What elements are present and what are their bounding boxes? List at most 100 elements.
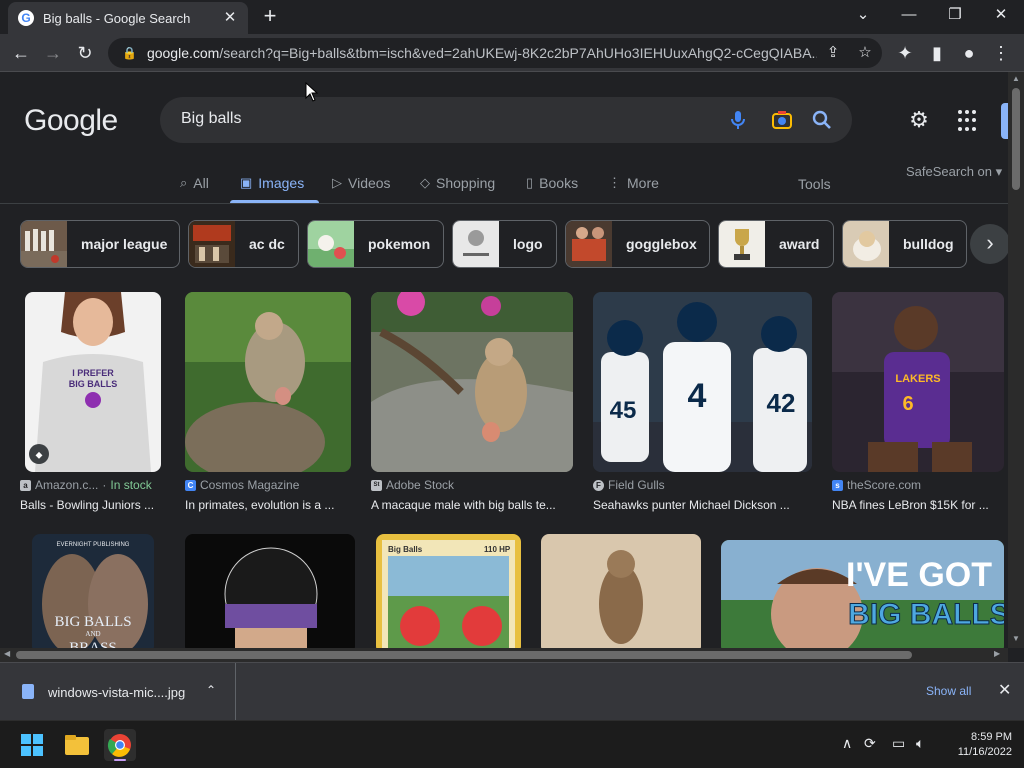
system-clock[interactable]: 8:59 PM 11/16/2022 (940, 730, 1012, 760)
svg-text:EVERNIGHT PUBLISHING: EVERNIGHT PUBLISHING (57, 542, 130, 548)
chip-award[interactable]: award (718, 220, 834, 268)
reload-button[interactable]: ↻ (72, 40, 98, 66)
tools-button[interactable]: Tools (798, 176, 831, 192)
share-icon[interactable]: ⇪ (822, 42, 844, 64)
svg-text:110 HP: 110 HP (484, 545, 511, 554)
chip-logo[interactable]: logo (452, 220, 557, 268)
show-all-downloads-link[interactable]: Show all (926, 684, 971, 698)
chevron-up-tray-icon[interactable]: ∧ (842, 735, 852, 752)
thescore-favicon-icon: s (832, 479, 843, 491)
chevron-right-icon[interactable]: › (970, 224, 1008, 264)
svg-text:45: 45 (610, 397, 637, 424)
result-image-5[interactable]: LAKERS 6 (832, 292, 1004, 472)
shopping-tag-icon: ⬥ (36, 450, 43, 461)
close-shelf-icon[interactable]: ✕ (998, 680, 1011, 700)
camera-lens-icon[interactable] (770, 108, 794, 132)
chevron-up-icon[interactable]: ⌃ (206, 683, 216, 697)
close-window-button[interactable]: ✕ (986, 4, 1016, 28)
result-image-2[interactable] (185, 292, 351, 472)
result-caption-5[interactable]: NBA fines LeBron $15K for ... (832, 498, 1004, 512)
vertical-scrollbar[interactable]: ▲ ▼ (1008, 72, 1024, 648)
clock-date: 11/16/2022 (957, 746, 1012, 758)
result-image-3[interactable] (371, 292, 573, 472)
minimize-button[interactable]: — (894, 4, 924, 28)
result-source-2[interactable]: C Cosmos Magazine (185, 478, 299, 492)
chrome-menu-icon[interactable]: ⋮ (988, 40, 1014, 66)
tab-images[interactable]: ▣ Images (240, 172, 304, 200)
result-caption-3[interactable]: A macaque male with big balls te... (371, 498, 573, 512)
forward-button[interactable]: → (40, 40, 66, 66)
tab-search-icon[interactable]: ⌄ (848, 4, 878, 28)
tab-more[interactable]: ⋮ More (608, 172, 659, 200)
address-bar[interactable]: 🔒 google.com/search?q=Big+balls&tbm=isch… (108, 38, 882, 68)
result-source-4[interactable]: F Field Gulls (593, 478, 665, 492)
book-icon: ▯ (526, 175, 534, 190)
chip-gogglebox[interactable]: gogglebox (565, 220, 710, 268)
tab-shopping[interactable]: ◇ Shopping (420, 172, 495, 200)
adobe-stock-favicon-icon: St (371, 479, 382, 491)
google-favicon-icon: G (18, 10, 34, 26)
amazon-favicon-icon: a (20, 479, 31, 491)
result-image-1[interactable]: I PREFER BIG BALLS ⬥ (25, 292, 161, 472)
scroll-right-arrow-icon[interactable]: ▶ (994, 649, 1000, 658)
result-caption-1[interactable]: Balls - Bowling Juniors ... (20, 498, 170, 512)
sync-icon[interactable]: ⟳ (864, 735, 876, 752)
tab-books[interactable]: ▯ Books (526, 172, 578, 200)
result-image-7[interactable] (185, 534, 355, 648)
extensions-puzzle-icon[interactable]: ✦ (892, 40, 918, 66)
microphone-icon[interactable] (726, 108, 750, 132)
restore-button[interactable]: ❐ (940, 4, 970, 28)
safesearch-toggle[interactable]: SafeSearch on ▾ (906, 164, 1002, 180)
download-item[interactable]: windows-vista-mic....jpg ⌃ (0, 663, 236, 721)
result-image-10[interactable]: I'VE GOT BIG BALLS (721, 540, 1004, 648)
google-apps-icon[interactable] (958, 110, 980, 132)
chip-bulldog[interactable]: bulldog (842, 220, 967, 268)
settings-gear-icon[interactable]: ⚙ (906, 108, 932, 134)
side-panel-icon[interactable]: ▮ (924, 40, 950, 66)
result-caption-4[interactable]: Seahawks punter Michael Dickson ... (593, 498, 812, 512)
new-tab-button[interactable]: + (258, 5, 282, 28)
tab-videos[interactable]: ▷ Videos (332, 172, 391, 200)
result-image-8[interactable]: Big Balls 110 HP (376, 534, 521, 648)
scroll-left-arrow-icon[interactable]: ◀ (4, 649, 10, 658)
file-explorer-icon[interactable] (61, 729, 93, 761)
network-icon[interactable]: ▭ (892, 735, 905, 752)
sign-in-button[interactable] (1001, 103, 1008, 139)
vertical-scroll-thumb[interactable] (1012, 88, 1020, 190)
volume-icon[interactable]: 🔈︎ (916, 735, 924, 752)
result-source-5[interactable]: s theScore.com (832, 478, 921, 492)
back-button[interactable]: ← (8, 40, 34, 66)
chip-ac-dc[interactable]: ac dc (188, 220, 299, 268)
scroll-down-arrow-icon[interactable]: ▼ (1011, 634, 1021, 643)
result-caption-2[interactable]: In primates, evolution is a ... (185, 498, 355, 512)
lock-icon: 🔒 (122, 46, 137, 60)
google-logo[interactable]: Google (24, 104, 118, 138)
close-tab-icon[interactable]: ✕ (222, 10, 238, 26)
scroll-up-arrow-icon[interactable]: ▲ (1011, 74, 1021, 83)
result-source-1[interactable]: a Amazon.c... · In stock (20, 478, 152, 492)
result-image-4[interactable]: 4 42 45 (593, 292, 812, 472)
svg-text:BIG BALLS: BIG BALLS (54, 614, 131, 630)
result-image-6[interactable]: EVERNIGHT PUBLISHING BIG BALLS AND BRASS (32, 534, 154, 648)
video-icon: ▷ (332, 175, 342, 190)
horizontal-scroll-thumb[interactable] (16, 651, 912, 659)
bookmark-star-icon[interactable]: ☆ (854, 42, 876, 64)
chip-pokemon[interactable]: pokemon (307, 220, 444, 268)
svg-text:I PREFER: I PREFER (72, 368, 114, 378)
search-submit-icon[interactable] (810, 108, 834, 132)
windows-start-icon[interactable] (16, 729, 48, 761)
active-tab-indicator (230, 200, 319, 203)
chip-thumbnail (21, 221, 67, 267)
horizontal-scrollbar[interactable]: ◀ ▶ (0, 648, 1008, 662)
chip-major-league[interactable]: major league (20, 220, 180, 268)
result-image-9[interactable] (541, 534, 701, 648)
browser-tab[interactable]: G Big balls - Google Search ✕ (8, 2, 248, 34)
tab-all[interactable]: ⌕ All (180, 172, 209, 200)
tab-strip: G Big balls - Google Search ✕ + ⌄ — ❐ ✕ (0, 0, 1024, 34)
chrome-taskbar-icon[interactable] (104, 729, 136, 761)
chip-thumbnail (453, 221, 499, 267)
result-source-3[interactable]: St Adobe Stock (371, 478, 454, 492)
search-input[interactable]: Big balls (181, 110, 241, 128)
search-box[interactable]: Big balls (160, 97, 852, 143)
profile-icon[interactable]: ● (956, 40, 982, 66)
